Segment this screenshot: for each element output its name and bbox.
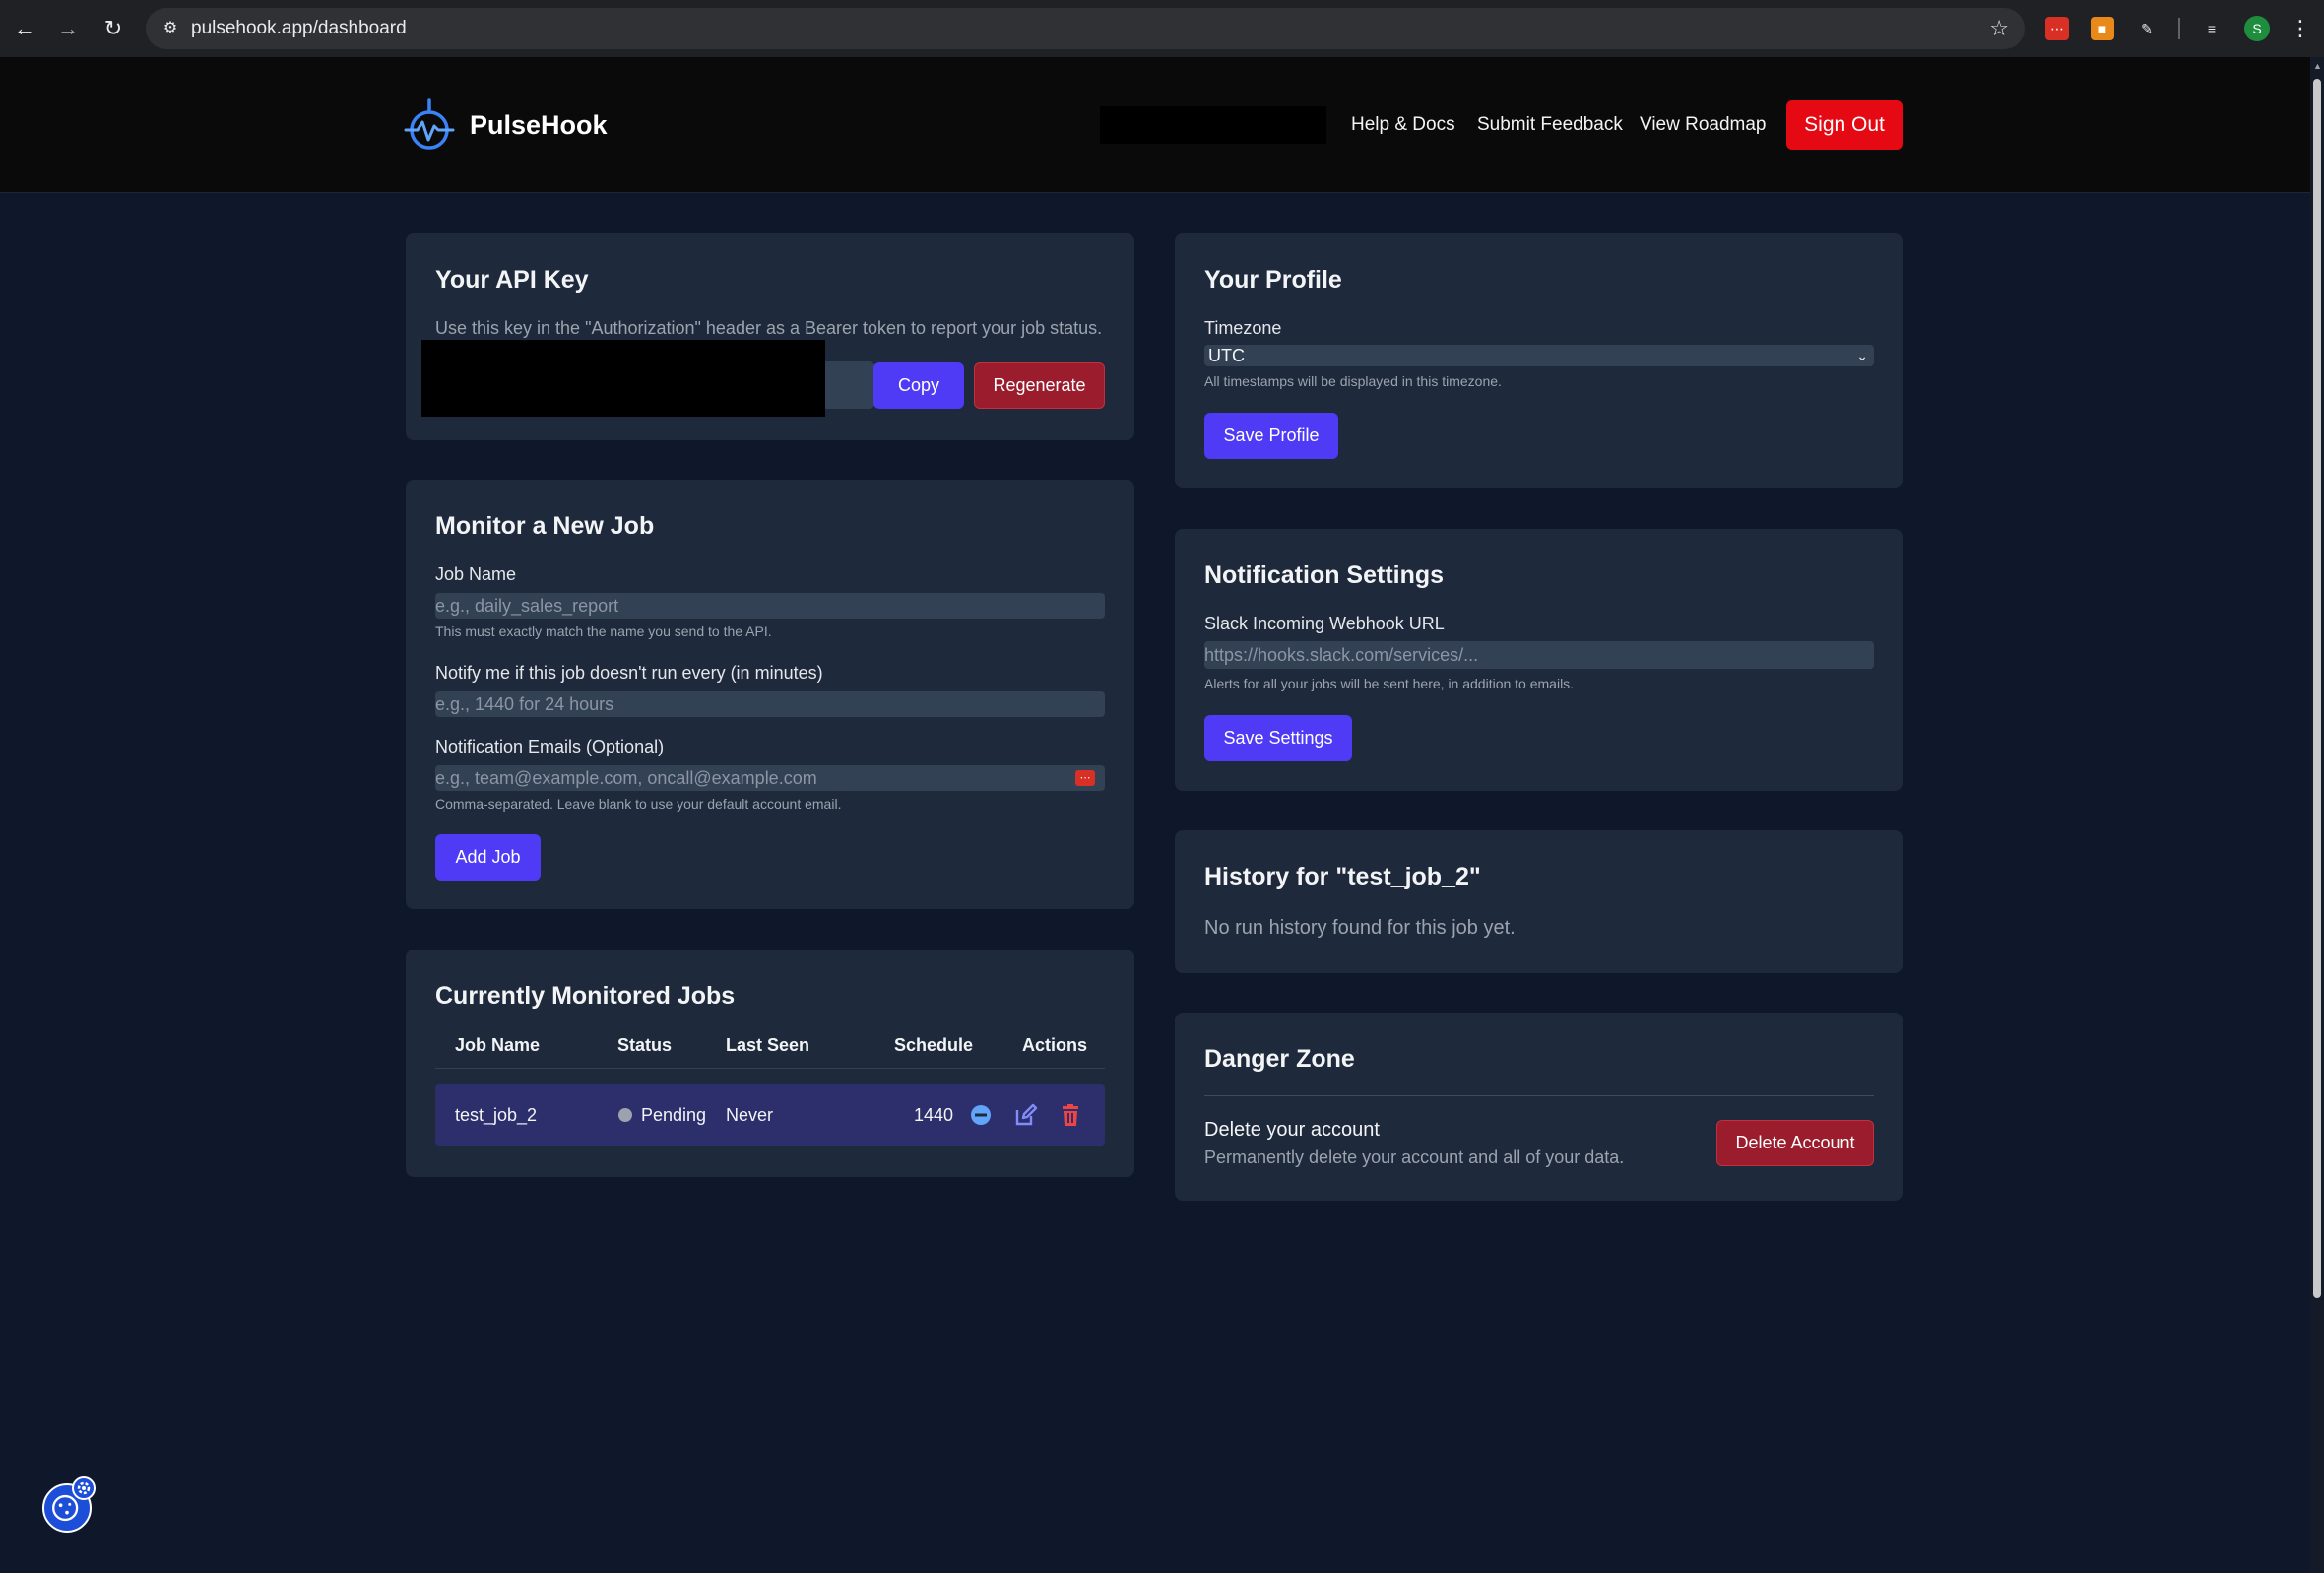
brand-name[interactable]: PulseHook bbox=[470, 109, 608, 141]
history-empty-message: No run history found for this job yet. bbox=[1204, 917, 1516, 939]
job-schedule-cell: 1440 bbox=[914, 1105, 954, 1125]
extensions-puzzle-icon[interactable]: ✎ bbox=[2135, 17, 2159, 40]
slack-webhook-hint: Alerts for all your jobs will be sent he… bbox=[1204, 676, 1575, 691]
regenerate-button[interactable]: Regenerate bbox=[974, 362, 1105, 409]
copy-button[interactable]: Copy bbox=[873, 362, 964, 409]
history-card: History for "test_job_2" No run history … bbox=[1175, 830, 1903, 973]
danger-zone-divider bbox=[1204, 1095, 1874, 1096]
delete-job-icon[interactable] bbox=[1058, 1102, 1083, 1128]
delete-account-button[interactable]: Delete Account bbox=[1716, 1120, 1874, 1166]
timezone-select[interactable]: UTC ⌄ bbox=[1204, 345, 1874, 366]
redacted-user-info bbox=[1100, 106, 1326, 144]
edit-job-icon[interactable] bbox=[1013, 1102, 1039, 1128]
timezone-label: Timezone bbox=[1204, 318, 1282, 338]
table-divider bbox=[435, 1068, 1105, 1069]
danger-zone-title: Danger Zone bbox=[1204, 1045, 1355, 1073]
nav-view-roadmap[interactable]: View Roadmap bbox=[1640, 113, 1767, 137]
job-last-seen-cell: Never bbox=[726, 1105, 774, 1125]
forward-icon[interactable]: → bbox=[53, 14, 83, 43]
app-header: PulseHook Help & Docs Submit Feedback Vi… bbox=[0, 57, 2310, 193]
delete-account-description: Permanently delete your account and all … bbox=[1204, 1147, 1625, 1167]
reading-list-icon[interactable]: ≡ bbox=[2200, 17, 2224, 40]
password-autofill-icon[interactable]: ⋯ bbox=[1075, 770, 1095, 786]
slack-webhook-label: Slack Incoming Webhook URL bbox=[1204, 614, 1445, 633]
new-job-title: Monitor a New Job bbox=[435, 512, 655, 540]
password-manager-extension-icon[interactable]: ⋯ bbox=[2045, 17, 2069, 40]
page-scrollbar[interactable]: ▲ bbox=[2310, 57, 2324, 1573]
redacted-api-key bbox=[421, 340, 825, 417]
emails-hint: Comma-separated. Leave blank to use your… bbox=[435, 796, 842, 812]
interval-label: Notify me if this job doesn't run every … bbox=[435, 663, 823, 683]
gear-icon bbox=[77, 1481, 91, 1495]
scroll-thumb[interactable] bbox=[2313, 79, 2321, 1298]
column-header-last-seen[interactable]: Last Seen bbox=[726, 1034, 809, 1056]
notification-settings-card: Notification Settings Slack Incoming Web… bbox=[1175, 529, 1903, 791]
url-text: pulsehook.app/dashboard bbox=[191, 18, 407, 38]
chevron-down-icon: ⌄ bbox=[1856, 348, 1868, 363]
notification-settings-title: Notification Settings bbox=[1204, 561, 1445, 589]
api-key-description: Use this key in the "Authorization" head… bbox=[435, 318, 1103, 338]
bookmark-star-icon[interactable]: ☆ bbox=[1989, 16, 2009, 41]
column-header-actions: Actions bbox=[1022, 1035, 1088, 1055]
slack-webhook-input[interactable]: https://hooks.slack.com/services/... bbox=[1204, 641, 1874, 669]
profile-avatar[interactable]: S bbox=[2244, 16, 2270, 41]
column-header-job-name[interactable]: Job Name bbox=[455, 1034, 540, 1056]
history-title: History for "test_job_2" bbox=[1204, 863, 1481, 890]
emails-placeholder: e.g., team@example.com, oncall@example.c… bbox=[435, 768, 817, 788]
monitored-jobs-card: Currently Monitored Jobs Job Name Status… bbox=[406, 950, 1134, 1177]
job-name-input[interactable]: e.g., daily_sales_report bbox=[435, 593, 1105, 619]
job-name-cell: test_job_2 bbox=[455, 1105, 538, 1125]
browser-toolbar: ← → ↻ ⚙ pulsehook.app/dashboard ☆ ⋯ ■ ✎ … bbox=[0, 0, 2324, 57]
column-header-schedule[interactable]: Schedule bbox=[894, 1034, 973, 1056]
nav-submit-feedback[interactable]: Submit Feedback bbox=[1477, 113, 1623, 137]
save-settings-button[interactable]: Save Settings bbox=[1204, 715, 1352, 761]
add-job-button[interactable]: Add Job bbox=[435, 834, 541, 881]
timezone-hint: All timestamps will be displayed in this… bbox=[1204, 373, 1502, 389]
profile-card: Your Profile Timezone UTC ⌄ All timestam… bbox=[1175, 233, 1903, 488]
api-key-title: Your API Key bbox=[435, 266, 589, 294]
pause-job-icon[interactable] bbox=[968, 1102, 994, 1128]
new-job-card: Monitor a New Job Job Name e.g., daily_s… bbox=[406, 480, 1134, 909]
scroll-up-arrow-icon[interactable]: ▲ bbox=[2313, 61, 2322, 71]
back-icon[interactable]: ← bbox=[10, 14, 39, 43]
reload-icon[interactable]: ↻ bbox=[98, 14, 128, 43]
job-name-hint: This must exactly match the name you sen… bbox=[435, 623, 772, 639]
emails-input[interactable]: e.g., team@example.com, oncall@example.c… bbox=[435, 765, 1105, 791]
table-row[interactable]: test_job_2 Pending Never 1440 bbox=[435, 1084, 1105, 1146]
timezone-value: UTC bbox=[1208, 346, 1245, 365]
job-status-cell: Pending bbox=[641, 1105, 707, 1125]
browser-menu-icon[interactable]: ⋮ bbox=[2290, 14, 2311, 43]
profile-title: Your Profile bbox=[1204, 266, 1342, 294]
sign-out-button[interactable]: Sign Out bbox=[1786, 100, 1903, 150]
site-settings-icon[interactable]: ⚙ bbox=[160, 18, 181, 39]
cookie-gear-icon[interactable] bbox=[72, 1476, 96, 1500]
monitored-jobs-title: Currently Monitored Jobs bbox=[435, 982, 736, 1010]
delete-account-heading: Delete your account bbox=[1204, 1119, 1380, 1141]
pulsehook-logo-icon bbox=[404, 98, 455, 150]
address-bar[interactable]: ⚙ pulsehook.app/dashboard ☆ bbox=[146, 8, 2025, 49]
api-key-card: Your API Key Use this key in the "Author… bbox=[406, 233, 1134, 440]
nav-help-docs[interactable]: Help & Docs bbox=[1351, 113, 1455, 137]
danger-zone-card: Danger Zone Delete your account Permanen… bbox=[1175, 1013, 1903, 1201]
job-name-label: Job Name bbox=[435, 564, 517, 584]
column-header-status[interactable]: Status bbox=[617, 1034, 672, 1056]
save-profile-button[interactable]: Save Profile bbox=[1204, 413, 1338, 459]
toolbar-divider bbox=[2178, 18, 2180, 39]
extension-icon[interactable]: ■ bbox=[2091, 17, 2114, 40]
interval-input[interactable]: e.g., 1440 for 24 hours bbox=[435, 691, 1105, 717]
emails-label: Notification Emails (Optional) bbox=[435, 737, 665, 756]
status-dot-icon bbox=[618, 1108, 632, 1122]
